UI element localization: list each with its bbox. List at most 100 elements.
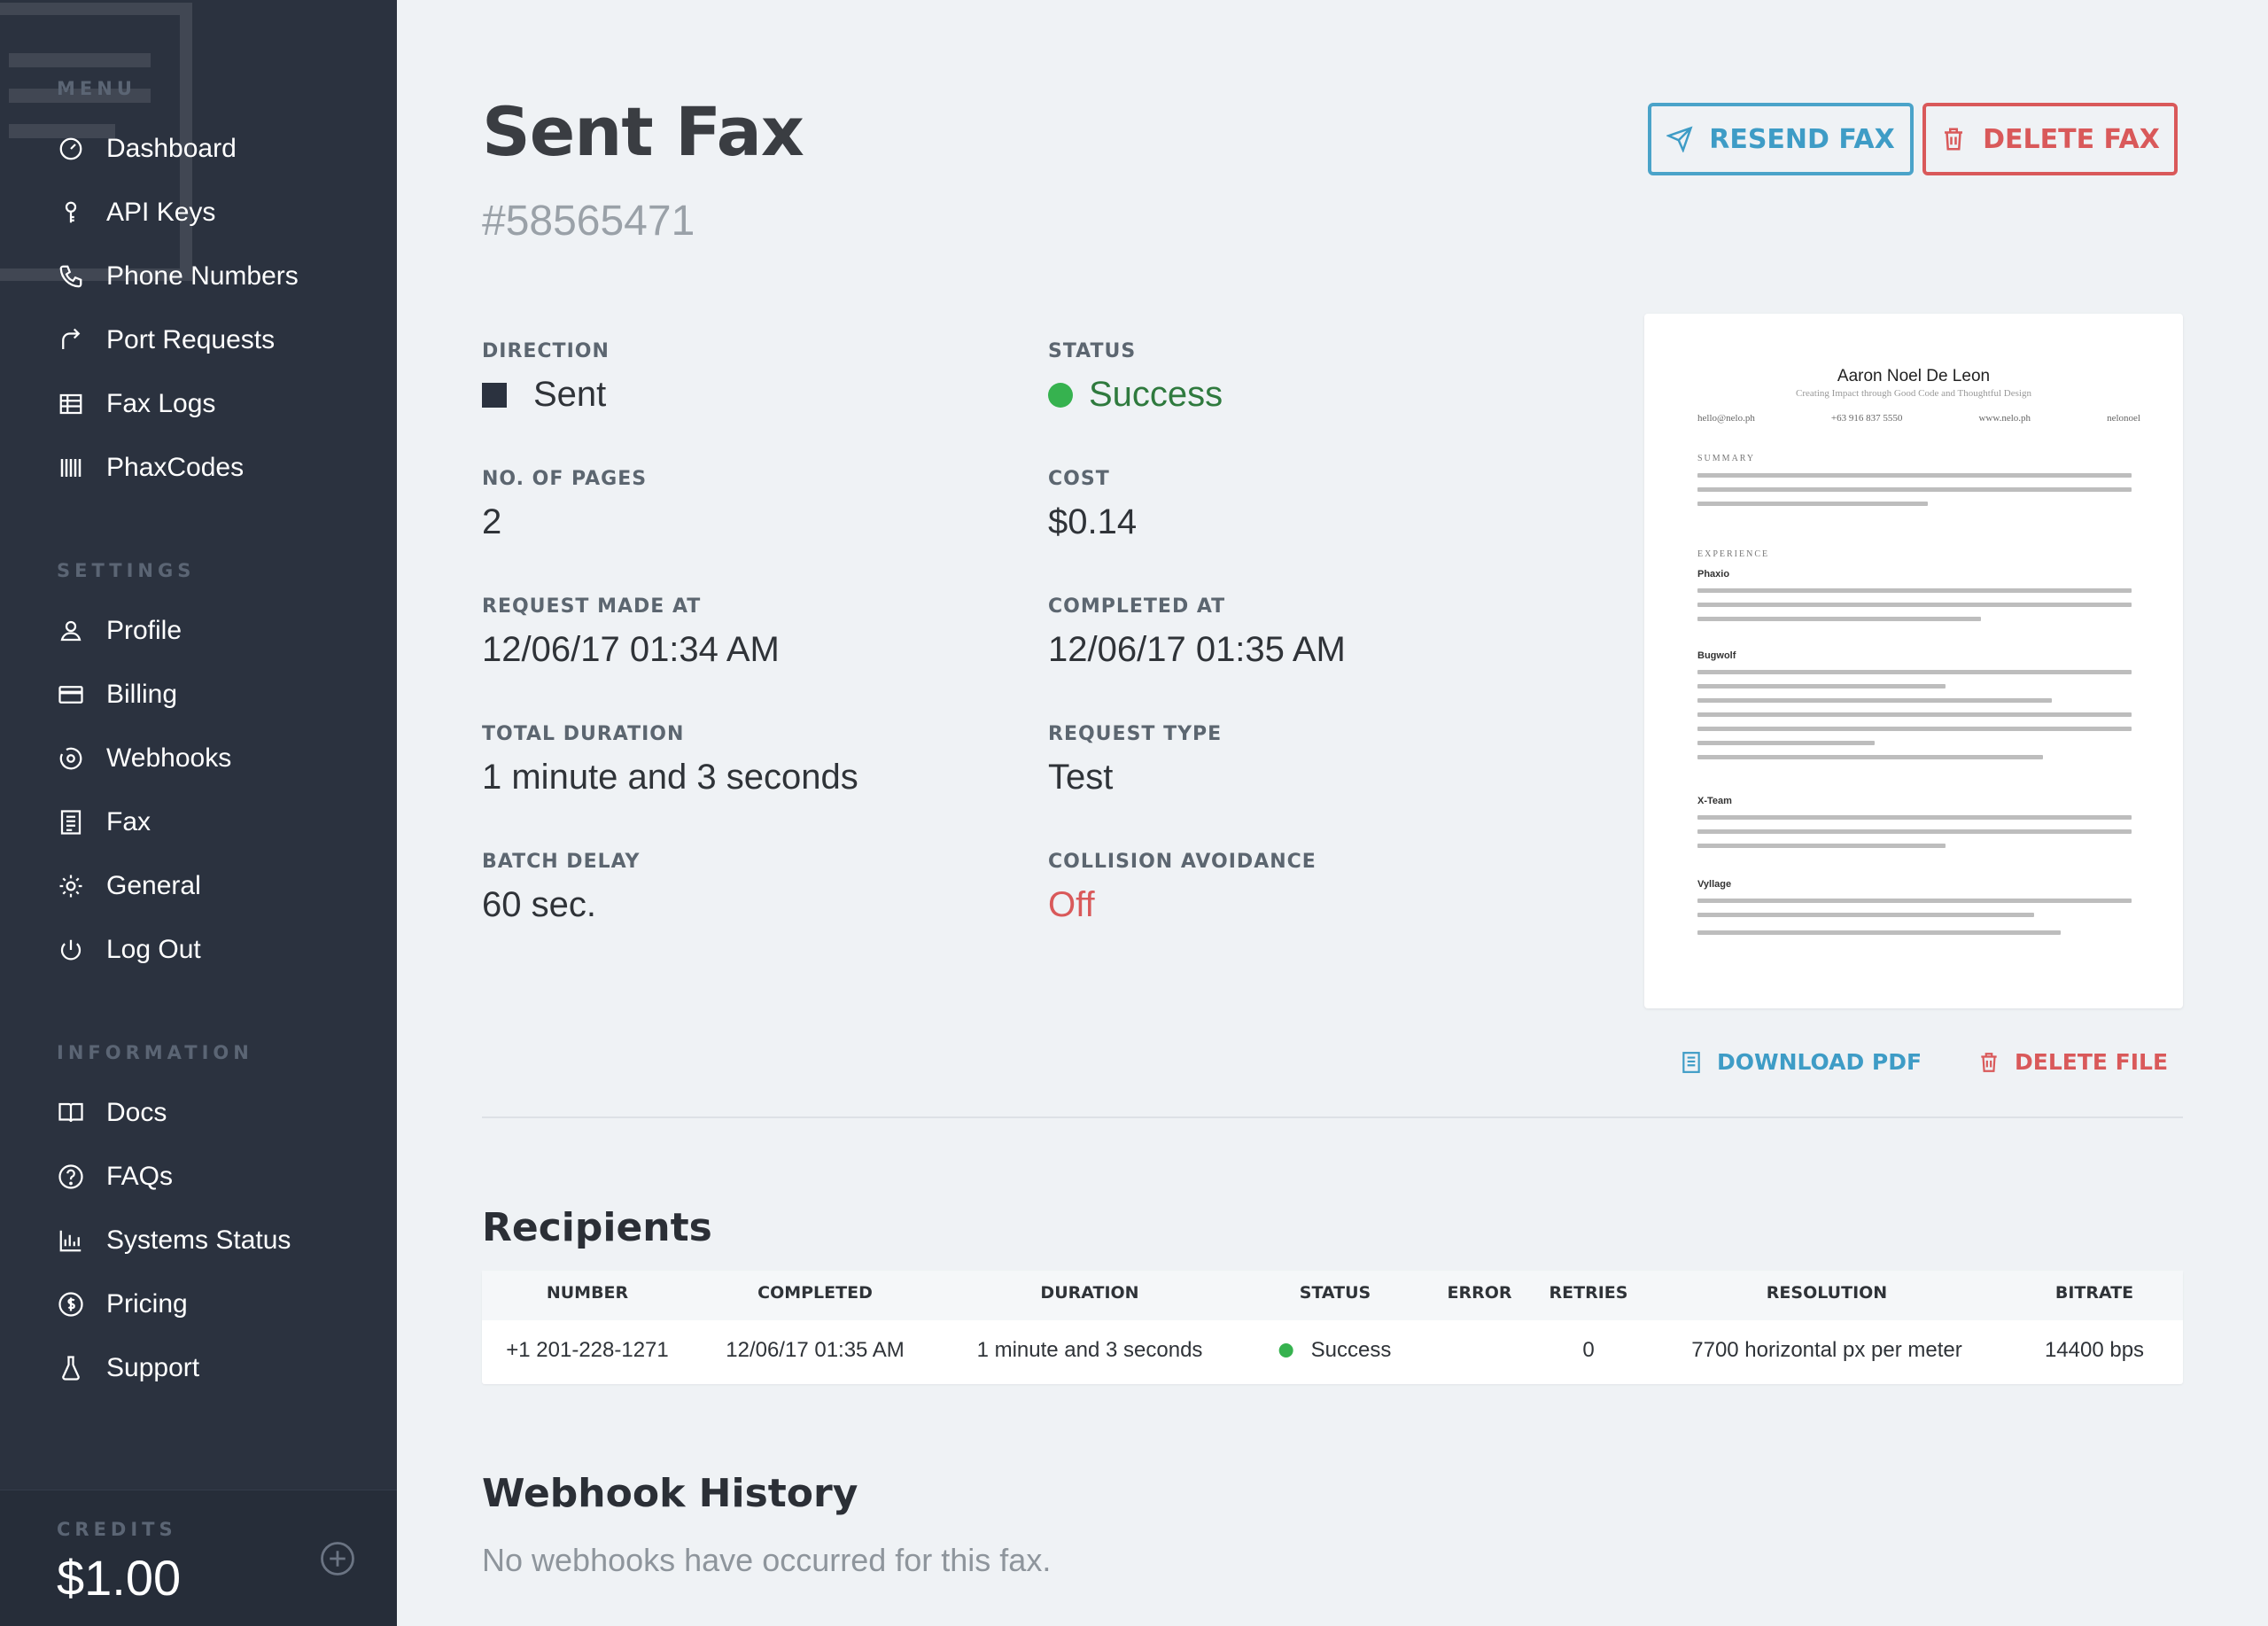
sidebar-item-support[interactable]: Support — [57, 1336, 291, 1400]
request-type-field: REQUEST TYPE Test — [1048, 723, 1222, 797]
sidebar-item-phone-numbers[interactable]: Phone Numbers — [57, 245, 299, 308]
completed-label: COMPLETED AT — [1048, 595, 1226, 618]
menu-title: MENU — [57, 78, 136, 99]
preview-text-line — [1697, 741, 1875, 745]
delete-file-button[interactable]: DELETE FILE — [1977, 1049, 2168, 1075]
recipient-number: +1 201-228-1271 — [506, 1338, 669, 1362]
preview-text-line — [1697, 588, 2132, 593]
sidebar-item-log-out[interactable]: Log Out — [57, 918, 231, 982]
dashboard-icon — [57, 135, 85, 163]
cost-field: COST $0.14 — [1048, 468, 1137, 542]
section-divider — [482, 1116, 2183, 1118]
status-value-row: Success — [1048, 375, 1223, 415]
preview-text-line — [1697, 815, 2132, 820]
sidebar-item-label: Webhooks — [106, 743, 232, 773]
fax-preview[interactable]: Aaron Noel De Leon Creating Impact throu… — [1644, 314, 2183, 1008]
credits-value: $1.00 — [57, 1550, 182, 1606]
sidebar-item-label: Port Requests — [106, 325, 276, 354]
sidebar-item-systems-status[interactable]: Systems Status — [57, 1209, 291, 1272]
preview-contacts: hello@nelo.ph +63 916 837 5550 www.nelo.… — [1697, 413, 2140, 424]
preview-name: Aaron Noel De Leon — [1837, 367, 1991, 385]
preview-job-title: Phaxio — [1697, 569, 1730, 580]
preview-job-title: X-Team — [1697, 796, 1732, 806]
column-header: COMPLETED — [757, 1283, 873, 1303]
delete-fax-button[interactable]: DELETE FAX — [1922, 103, 2178, 175]
credits-panel: CREDITS $1.00 — [0, 1490, 397, 1626]
table-header-row: NUMBER COMPLETED DURATION STATUS ERROR R… — [482, 1271, 2183, 1320]
status-dot-icon — [1278, 1343, 1293, 1358]
preview-text-line — [1697, 712, 2132, 717]
dollar-icon — [57, 1290, 85, 1319]
column-header: RESOLUTION — [1766, 1283, 1888, 1303]
sidebar-item-billing[interactable]: Billing — [57, 663, 231, 727]
webhook-history-title: Webhook History — [482, 1471, 858, 1516]
barcode-icon — [57, 454, 85, 482]
column-header: NUMBER — [546, 1283, 629, 1303]
cost-label: COST — [1048, 468, 1110, 490]
settings-title: SETTINGS — [57, 560, 196, 581]
recipient-duration: 1 minute and 3 seconds — [976, 1338, 1203, 1362]
phone-icon — [57, 262, 85, 291]
download-pdf-button[interactable]: DOWNLOAD PDF — [1680, 1049, 1922, 1075]
direction-value: Sent — [533, 375, 607, 414]
sidebar-item-general[interactable]: General — [57, 854, 231, 918]
request-made-value: 12/06/17 01:34 AM — [482, 630, 780, 669]
recipient-status: Success — [1310, 1338, 1392, 1362]
sidebar-item-label: Systems Status — [106, 1225, 291, 1255]
fax-id: #58565471 — [482, 198, 695, 245]
resend-fax-button[interactable]: RESEND FAX — [1648, 103, 1914, 175]
sidebar-item-fax[interactable]: Fax — [57, 790, 231, 854]
sidebar-item-label: Fax Logs — [106, 389, 216, 418]
sidebar-item-label: Pricing — [106, 1289, 188, 1319]
question-icon — [57, 1163, 85, 1191]
preview-text-line — [1697, 617, 1981, 621]
key-icon — [57, 198, 85, 227]
preview-summary-title: SUMMARY — [1697, 454, 1756, 463]
sidebar-item-fax-logs[interactable]: Fax Logs — [57, 372, 299, 436]
trash-icon — [1945, 128, 1963, 151]
preview-text-line — [1697, 473, 2132, 478]
credits-label: CREDITS — [57, 1519, 177, 1540]
sidebar-item-faqs[interactable]: FAQs — [57, 1145, 291, 1209]
sidebar-item-profile[interactable]: Profile — [57, 599, 231, 663]
recipient-resolution: 7700 horizontal px per meter — [1691, 1338, 1962, 1362]
column-header: RETRIES — [1549, 1283, 1628, 1303]
sidebar-item-pricing[interactable]: Pricing — [57, 1272, 291, 1336]
user-icon — [57, 617, 85, 645]
recipients-table: NUMBER COMPLETED DURATION STATUS ERROR R… — [482, 1271, 2183, 1384]
preview-text-line — [1697, 502, 1928, 506]
flask-icon — [57, 1354, 85, 1382]
sidebar-item-docs[interactable]: Docs — [57, 1081, 291, 1145]
recipients-title: Recipients — [482, 1205, 712, 1250]
sidebar-item-port-requests[interactable]: Port Requests — [57, 308, 299, 372]
sidebar-item-webhooks[interactable]: Webhooks — [57, 727, 231, 790]
preview-experience-title: EXPERIENCE — [1697, 549, 1770, 559]
column-header: DURATION — [1040, 1283, 1139, 1303]
port-icon — [57, 326, 85, 354]
sidebar-item-api-keys[interactable]: API Keys — [57, 181, 299, 245]
sidebar-item-label: Docs — [106, 1098, 167, 1127]
sidebar-item-label: Fax — [106, 807, 151, 836]
book-icon — [57, 1099, 85, 1127]
delete-file-label: DELETE FILE — [2015, 1049, 2169, 1075]
direction-square-icon — [482, 382, 507, 408]
preview-text-line — [1697, 844, 1946, 848]
preview-text-line — [1697, 727, 2132, 731]
status-dot-icon — [1048, 382, 1073, 408]
sidebar-item-label: Phone Numbers — [106, 261, 299, 291]
sidebar-item-label: Log Out — [106, 935, 201, 964]
collision-field: COLLISION AVOIDANCE Off — [1048, 851, 1317, 925]
sidebar-item-phaxcodes[interactable]: PhaxCodes — [57, 436, 299, 500]
sidebar-item-dashboard[interactable]: Dashboard — [57, 117, 299, 181]
preview-text-line — [1697, 487, 2132, 492]
preview-text-line — [1697, 684, 1946, 689]
batch-delay-label: BATCH DELAY — [482, 851, 641, 873]
webhook-icon — [57, 744, 85, 773]
send-icon — [1666, 126, 1693, 152]
add-credits-icon[interactable] — [319, 1540, 356, 1577]
credit-card-icon — [57, 681, 85, 709]
duration-label: TOTAL DURATION — [482, 723, 685, 745]
sidebar-item-label: General — [106, 871, 201, 900]
sidebar-item-label: Support — [106, 1353, 200, 1382]
sidebar-item-label: FAQs — [106, 1162, 174, 1191]
